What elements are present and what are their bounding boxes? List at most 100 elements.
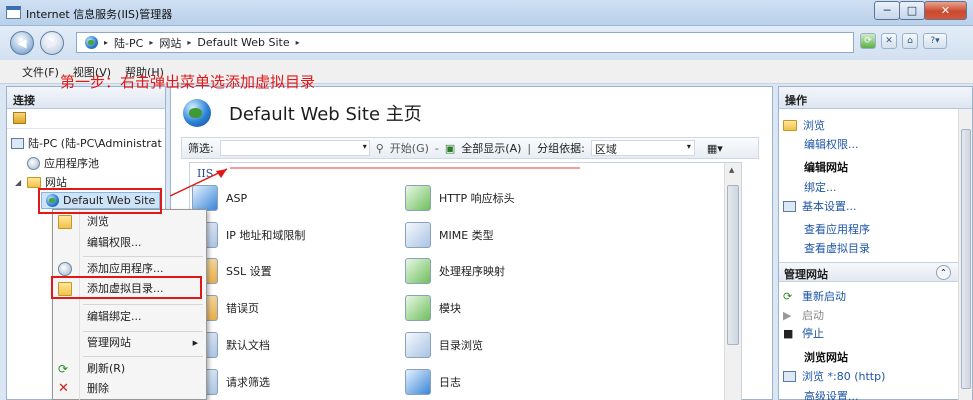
feature-label: IP 地址和域限制: [226, 229, 306, 242]
globe-icon: [85, 36, 98, 49]
menu-item-browse[interactable]: 浏览: [53, 211, 206, 233]
menu-item-add-application[interactable]: 添加应用程序...: [53, 258, 206, 280]
close-button[interactable]: ✕: [924, 1, 967, 20]
action-label: 浏览: [803, 119, 825, 132]
folder-icon: [783, 119, 797, 131]
logging-icon: [405, 369, 431, 395]
menu-item-edit-bindings[interactable]: 编辑绑定...: [53, 306, 206, 328]
connections-toolbar: [7, 109, 165, 129]
menu-separator: [83, 256, 203, 257]
settings-icon: [783, 200, 796, 212]
filter-input[interactable]: [219, 140, 370, 156]
tree-node-default-site[interactable]: Default Web Site: [41, 192, 161, 209]
menu-item-label: 编辑绑定...: [87, 310, 142, 323]
globe-icon: [46, 194, 59, 207]
view-mode-icon[interactable]: ▦▾: [707, 142, 723, 155]
breadcrumb-server[interactable]: 陆-PC: [114, 35, 143, 51]
action-bindings[interactable]: 绑定...: [804, 179, 837, 195]
annotation-text: 第一步：右击弹出菜单选添加虚拟目录: [60, 73, 316, 91]
feature-directory-browsing[interactable]: 目录浏览: [405, 332, 483, 358]
feature-http-headers[interactable]: HTTP 响应标头: [405, 185, 515, 211]
action-start[interactable]: ▶ 启动: [783, 307, 824, 323]
stop-icon[interactable]: ✕: [881, 33, 897, 49]
feature-mime-types[interactable]: MIME 类型: [405, 222, 494, 248]
breadcrumb-separator: ▸: [187, 38, 192, 47]
group-by-select[interactable]: 区域: [590, 140, 695, 156]
modules-icon: [405, 295, 431, 321]
action-browse[interactable]: 浏览: [783, 117, 825, 133]
menu-item-manage-site[interactable]: 管理网站 ▶: [53, 332, 206, 354]
group-header-iis: IIS: [197, 167, 214, 180]
action-label: 绑定...: [804, 181, 837, 194]
main-panel: Default Web Site 主页 筛选: ⚲ 开始(G) - ▣ 全部显示…: [170, 86, 773, 400]
start-icon: ▶: [783, 308, 792, 322]
handler-mappings-icon: [405, 258, 431, 284]
features-scrollbar[interactable]: ▲: [724, 163, 741, 400]
back-button[interactable]: ◀: [10, 31, 34, 55]
feature-label: 模块: [439, 302, 461, 315]
feature-label: ASP: [226, 191, 248, 205]
context-menu: 浏览 编辑权限... 添加应用程序... 添加虚拟目录... 编辑绑定... 管…: [52, 209, 207, 400]
action-browse-80[interactable]: 浏览 *:80 (http): [783, 368, 885, 384]
action-restart[interactable]: ⟳ 重新启动: [783, 288, 846, 304]
forward-button[interactable]: ▶: [40, 31, 64, 55]
feature-ip-restrictions[interactable]: IP 地址和域限制: [192, 222, 305, 248]
menu-item-refresh[interactable]: ⟳ 刷新(R): [53, 358, 206, 380]
tree-label-app-pools: 应用程序池: [44, 157, 99, 170]
start-button[interactable]: 开始(G): [390, 140, 429, 156]
action-edit-permissions[interactable]: 编辑权限...: [804, 136, 859, 152]
separator: -: [434, 141, 439, 155]
action-basic-settings[interactable]: 基本设置...: [783, 198, 857, 214]
directory-browsing-icon: [405, 332, 431, 358]
maximize-button[interactable]: □: [899, 1, 925, 20]
tree-node-app-pools[interactable]: 应用程序池: [27, 155, 99, 171]
menu-file[interactable]: 文件(F): [22, 64, 59, 80]
collapse-icon[interactable]: ⌃: [936, 265, 951, 280]
scrollbar-thumb[interactable]: [727, 185, 739, 345]
feature-modules[interactable]: 模块: [405, 295, 461, 321]
section-title: 编辑网站: [804, 161, 848, 174]
new-connection-icon[interactable]: [13, 112, 26, 124]
minimize-button[interactable]: ─: [874, 1, 900, 20]
help-icon[interactable]: ?▾: [923, 33, 947, 49]
address-bar[interactable]: ▸ 陆-PC ▸ 网站 ▸ Default Web Site ▸: [76, 32, 854, 53]
filter-label: 筛选:: [188, 142, 214, 155]
feature-logging[interactable]: 日志: [405, 369, 461, 395]
breadcrumb-separator: ▸: [295, 38, 300, 47]
collapse-arrow-icon[interactable]: ◢: [15, 178, 23, 187]
feature-label: SSL 设置: [226, 265, 272, 278]
add-app-icon: [58, 262, 72, 276]
breadcrumb-default-site[interactable]: Default Web Site: [197, 36, 289, 49]
toolbar-icons: ⟳ ✕ ⌂ ?▾: [860, 33, 947, 49]
app-pool-icon: [27, 156, 40, 170]
action-view-applications[interactable]: 查看应用程序: [804, 221, 870, 237]
breadcrumb-sites[interactable]: 网站: [159, 35, 181, 51]
action-advanced-settings[interactable]: 高级设置...: [804, 388, 859, 400]
refresh-icon[interactable]: ⟳: [860, 33, 876, 49]
menu-item-add-virtual-dir[interactable]: 添加虚拟目录...: [53, 278, 206, 300]
action-stop[interactable]: ■ 停止: [783, 325, 824, 341]
virtual-dir-icon: [58, 282, 72, 296]
home-icon[interactable]: ⌂: [902, 33, 918, 49]
menu-item-label: 编辑权限...: [87, 236, 142, 249]
show-all-button[interactable]: 全部显示(A): [461, 140, 521, 156]
menu-item-delete[interactable]: ✕ 删除: [53, 378, 206, 400]
action-label: 重新启动: [802, 290, 846, 303]
action-label: 编辑权限...: [804, 138, 859, 151]
title-bar: Internet 信息服务(IIS)管理器 ─ □ ✕: [0, 0, 973, 26]
scroll-up-arrow-icon[interactable]: ▲: [729, 166, 734, 174]
tree-node-server[interactable]: 陆-PC (陆-PC\Administrat: [11, 135, 162, 151]
scrollbar-thumb[interactable]: [961, 129, 971, 389]
tree-label-default-site: Default Web Site: [63, 194, 156, 207]
menu-item-edit-permissions[interactable]: 编辑权限...: [53, 232, 206, 254]
feature-label: HTTP 响应标头: [439, 192, 515, 205]
action-view-virtual-dirs[interactable]: 查看虚拟目录: [804, 240, 870, 256]
menu-item-label: 添加应用程序...: [87, 262, 164, 275]
actions-scrollbar[interactable]: [958, 109, 972, 400]
manage-site-header[interactable]: 管理网站 ⌃: [779, 262, 959, 282]
feature-asp[interactable]: ASP: [192, 185, 247, 211]
feature-label: 请求筛选: [226, 376, 270, 389]
asp-icon: [192, 185, 218, 211]
tree-node-sites[interactable]: ◢ 网站: [15, 174, 67, 190]
feature-handler-mappings[interactable]: 处理程序映射: [405, 258, 505, 284]
